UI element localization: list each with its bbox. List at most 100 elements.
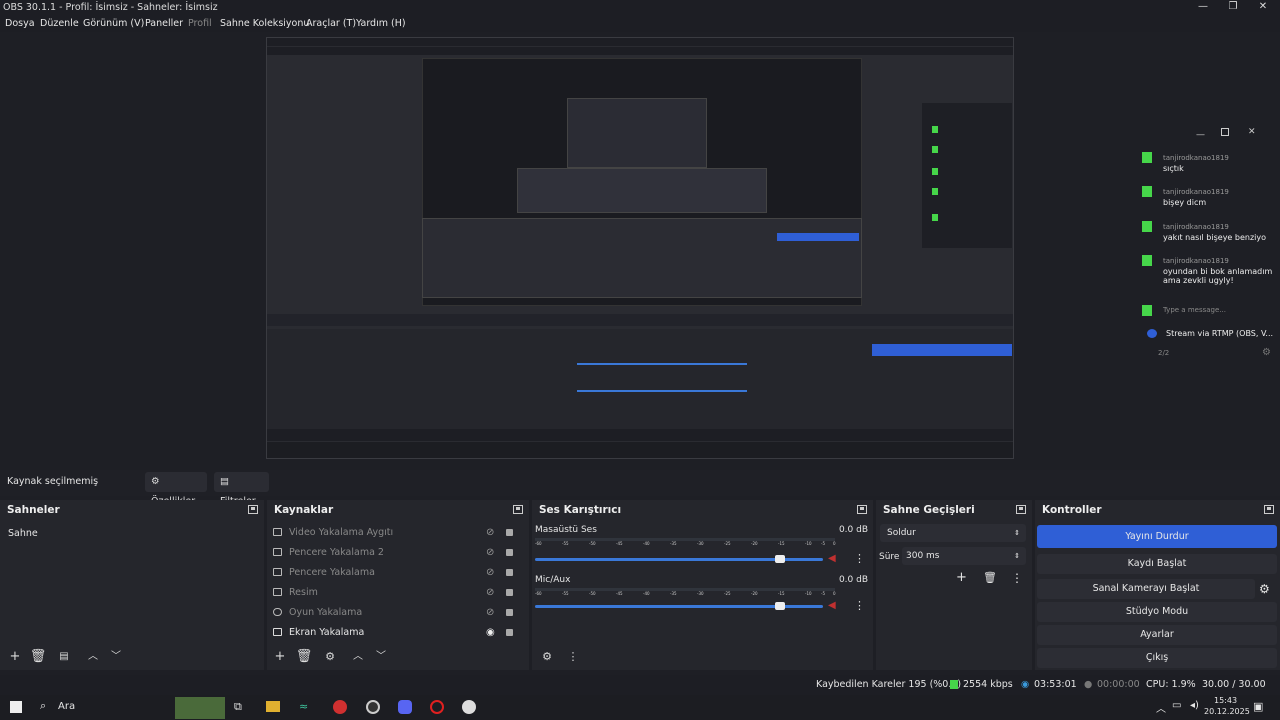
eye-hidden-icon[interactable]: ⊘ — [486, 603, 494, 623]
undock-icon[interactable] — [857, 505, 867, 514]
spinner-icon[interactable]: ⇕ — [1014, 547, 1020, 565]
stop-streaming-button[interactable]: Yayını Durdur — [1037, 525, 1277, 548]
source-label: Resim — [289, 587, 318, 598]
mixer-channel-mic: Mic/Aux 0.0 dB -60 -55 -50 -45 -40 -35 -… — [535, 574, 870, 619]
more-options-icon[interactable]: ⋮ — [854, 552, 865, 565]
trash-icon[interactable]: 🗑 — [29, 648, 47, 666]
scene-item[interactable]: Sahne — [8, 528, 38, 539]
more-options-icon[interactable]: ⋮ — [1011, 571, 1023, 585]
eye-hidden-icon[interactable]: ⊘ — [486, 523, 494, 543]
task-view-icon[interactable]: ⧉ — [234, 700, 242, 714]
chevron-down-icon[interactable]: ﹀ — [372, 648, 390, 666]
obs-icon[interactable] — [366, 700, 380, 714]
clock-date[interactable]: 20.12.2025 — [1204, 707, 1250, 716]
add-icon[interactable]: + — [6, 648, 24, 666]
source-item[interactable]: Pencere Yakalama ⊘ — [267, 563, 529, 583]
chevron-down-icon[interactable]: ﹀ — [107, 648, 125, 666]
gear-icon[interactable]: ⚙ — [538, 648, 556, 666]
opera-icon[interactable] — [430, 700, 444, 714]
menu-edit[interactable]: Düzenle — [40, 15, 79, 32]
settings-button[interactable]: Ayarlar — [1037, 625, 1277, 645]
lock-icon[interactable] — [506, 529, 513, 536]
eye-hidden-icon[interactable]: ⊘ — [486, 563, 494, 583]
undock-icon[interactable] — [1016, 505, 1026, 514]
chat-input[interactable]: Type a message... — [1163, 306, 1226, 314]
start-recording-button[interactable]: Kaydı Başlat — [1037, 554, 1277, 574]
filter-icon[interactable]: ▤ — [55, 648, 73, 666]
source-label: Oyun Yakalama — [289, 607, 363, 618]
chat-minimize-icon[interactable]: — — [1196, 130, 1205, 140]
eye-hidden-icon[interactable]: ⊘ — [486, 583, 494, 603]
kick-icon — [1142, 186, 1152, 197]
menu-help[interactable]: Yardım (H) — [356, 15, 406, 32]
chat-close-icon[interactable]: ✕ — [1248, 127, 1256, 137]
minimize-icon[interactable]: — — [1188, 0, 1218, 15]
menu-file[interactable]: Dosya — [5, 15, 35, 32]
app-icon[interactable] — [333, 700, 347, 714]
app-icon[interactable] — [462, 700, 476, 714]
source-item[interactable]: Pencere Yakalama 2 ⊘ — [267, 543, 529, 563]
menu-scene-collection[interactable]: Sahne Koleksiyonu — [220, 15, 309, 32]
gear-icon: ⚙ — [151, 476, 160, 487]
source-label: Ekran Yakalama — [289, 627, 365, 638]
file-explorer-icon[interactable] — [266, 701, 280, 712]
window-title: OBS 30.1.1 - Profil: İsimsiz - Sahneler:… — [3, 2, 218, 13]
gear-icon[interactable]: ⚙ — [1259, 582, 1270, 596]
add-icon[interactable]: + — [956, 570, 967, 585]
app-icon[interactable]: ≈ — [299, 700, 308, 713]
volume-slider-thumb[interactable] — [774, 602, 785, 610]
source-item[interactable]: Oyun Yakalama ⊘ — [267, 603, 529, 623]
filters-button[interactable]: ▤ Filtreler — [214, 472, 269, 507]
undock-icon[interactable] — [248, 505, 258, 514]
chevron-up-icon[interactable]: ︿ — [84, 648, 102, 666]
windows-start-icon[interactable] — [10, 701, 22, 713]
taskbar-search[interactable]: Ara — [58, 701, 75, 712]
properties-button[interactable]: ⚙ Özellikler — [145, 472, 207, 507]
transition-select[interactable]: Soldur ⇕ — [880, 524, 1026, 542]
trash-icon[interactable]: 🗑 — [295, 648, 313, 666]
menu-profile[interactable]: Profil — [188, 15, 212, 32]
eye-icon[interactable]: ◉ — [486, 623, 495, 643]
lock-icon[interactable] — [506, 549, 513, 556]
volume-icon[interactable]: ◂) — [1190, 700, 1199, 711]
undock-icon[interactable] — [513, 505, 523, 514]
start-virtual-camera-button[interactable]: Sanal Kamerayı Başlat — [1037, 579, 1255, 599]
notification-icon[interactable]: ▣ — [1253, 700, 1263, 713]
eye-hidden-icon[interactable]: ⊘ — [486, 543, 494, 563]
studio-mode-button[interactable]: Stüdyo Modu — [1037, 602, 1277, 622]
close-icon[interactable]: ✕ — [1248, 0, 1278, 15]
lock-icon[interactable] — [506, 569, 513, 576]
more-options-icon[interactable]: ⋮ — [854, 599, 865, 612]
chevron-up-icon[interactable]: ︿ — [1156, 700, 1166, 715]
clock-time[interactable]: 15:43 — [1214, 696, 1237, 705]
discord-icon[interactable] — [398, 700, 412, 714]
duration-value: 300 ms — [906, 551, 940, 561]
source-item[interactable]: Video Yakalama Aygıtı ⊘ — [267, 523, 529, 543]
source-item[interactable]: Ekran Yakalama ◉ — [267, 623, 529, 643]
add-icon[interactable]: + — [271, 648, 289, 666]
lock-icon[interactable] — [506, 589, 513, 596]
volume-slider-thumb[interactable] — [774, 555, 785, 563]
menu-tools[interactable]: Araçlar (T) — [306, 15, 356, 32]
gear-icon[interactable]: ⚙ — [321, 648, 339, 666]
lock-icon[interactable] — [506, 609, 513, 616]
source-item[interactable]: Resim ⊘ — [267, 583, 529, 603]
duration-input[interactable]: 300 ms ⇕ — [902, 547, 1026, 565]
mute-icon[interactable]: ◀ — [828, 553, 836, 564]
more-options-icon[interactable]: ⋮ — [564, 648, 582, 666]
maximize-icon[interactable]: ❐ — [1218, 0, 1248, 15]
chat-maximize-icon[interactable] — [1221, 128, 1229, 136]
mute-icon[interactable]: ◀ — [828, 600, 836, 611]
tick-label: -15 — [778, 591, 785, 596]
undock-icon[interactable] — [1264, 505, 1274, 514]
chevron-up-icon[interactable]: ︿ — [349, 648, 367, 666]
lock-icon[interactable] — [506, 629, 513, 636]
network-icon[interactable]: ▭ — [1172, 700, 1181, 711]
exit-button[interactable]: Çıkış — [1037, 648, 1277, 668]
menu-docks[interactable]: Paneller — [145, 15, 183, 32]
trash-icon[interactable]: 🗑 — [983, 571, 997, 584]
chat-count: 2/2 — [1158, 349, 1170, 357]
gear-icon[interactable]: ⚙ — [1262, 347, 1271, 358]
menu-view[interactable]: Görünüm (V) — [83, 15, 144, 32]
source-label: Video Yakalama Aygıtı — [289, 527, 394, 538]
